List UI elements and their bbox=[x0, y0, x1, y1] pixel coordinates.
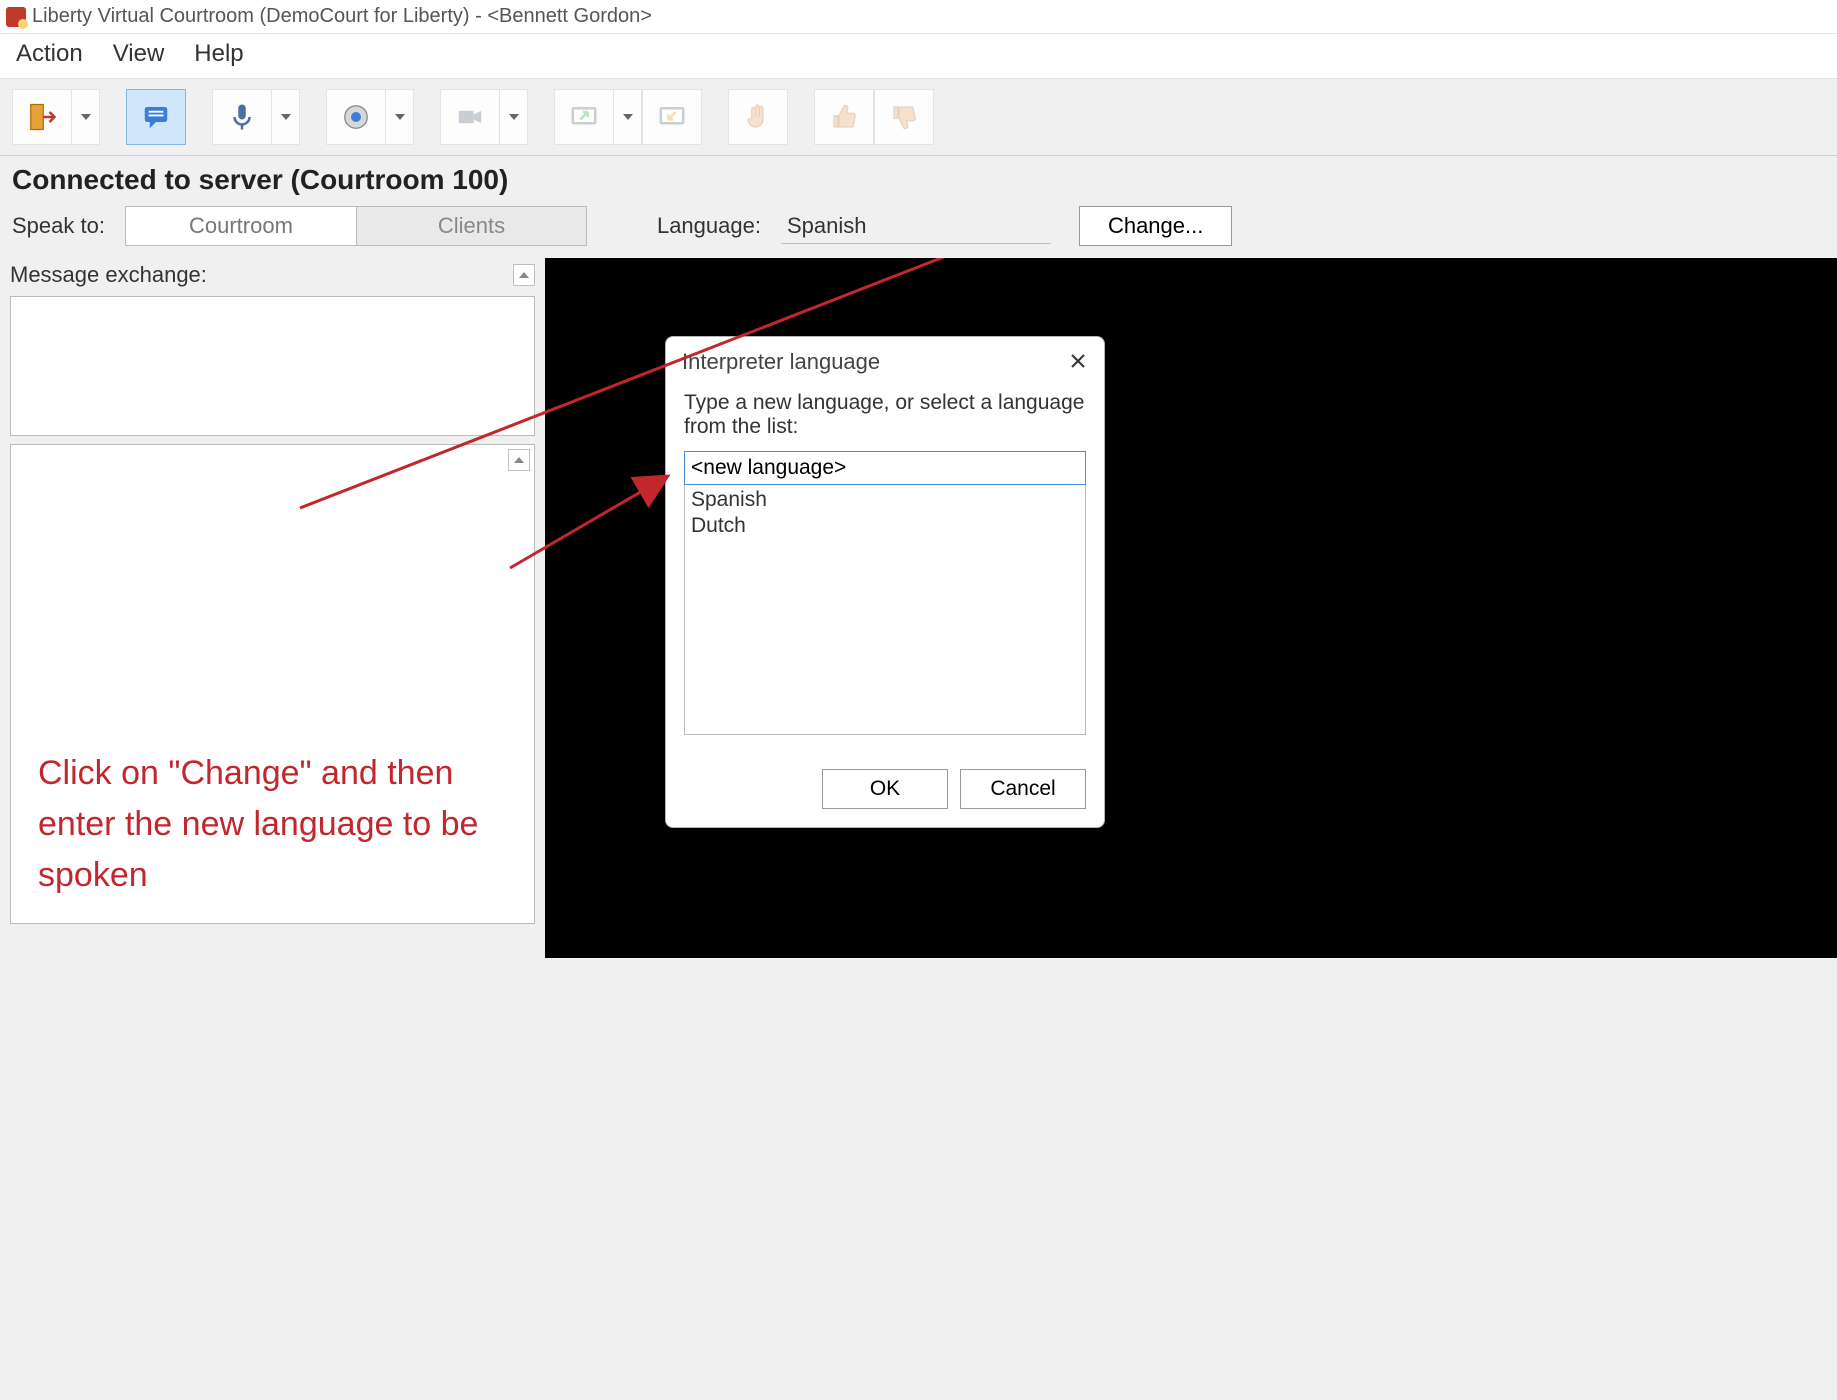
change-language-button[interactable]: Change... bbox=[1079, 206, 1232, 246]
close-icon bbox=[1070, 353, 1086, 369]
camera-dropdown[interactable] bbox=[500, 89, 528, 145]
menu-view[interactable]: View bbox=[113, 40, 165, 68]
thumbs-down-button[interactable] bbox=[874, 89, 934, 145]
chat-button[interactable] bbox=[126, 89, 186, 145]
ok-button[interactable]: OK bbox=[822, 769, 948, 809]
speak-to-label: Speak to: bbox=[12, 213, 105, 239]
language-option[interactable]: Dutch bbox=[689, 513, 1081, 539]
menu-action[interactable]: Action bbox=[16, 40, 83, 68]
screen-share-button[interactable] bbox=[554, 89, 614, 145]
speaker-dropdown[interactable] bbox=[386, 89, 414, 145]
title-bar: Liberty Virtual Courtroom (DemoCourt for… bbox=[0, 0, 1837, 34]
message-compose-area[interactable] bbox=[10, 296, 535, 436]
chevron-down-icon bbox=[623, 114, 633, 120]
microphone-button[interactable] bbox=[212, 89, 272, 145]
toolbar bbox=[0, 79, 1837, 156]
language-option[interactable]: Spanish bbox=[689, 487, 1081, 513]
tab-courtroom[interactable]: Courtroom bbox=[126, 207, 356, 245]
menu-bar: Action View Help bbox=[0, 34, 1837, 79]
app-icon bbox=[6, 7, 26, 27]
interpreter-language-dialog: Interpreter language Type a new language… bbox=[665, 336, 1105, 828]
dialog-prompt: Type a new language, or select a languag… bbox=[684, 391, 1086, 439]
chevron-up-icon bbox=[514, 457, 524, 463]
collapse-up-button[interactable] bbox=[513, 264, 535, 286]
exit-button[interactable] bbox=[12, 89, 72, 145]
screen-share-dropdown[interactable] bbox=[614, 89, 642, 145]
cancel-button[interactable]: Cancel bbox=[960, 769, 1086, 809]
speak-to-tabs: Courtroom Clients bbox=[125, 206, 587, 246]
collapse-up-button-2[interactable] bbox=[508, 449, 530, 471]
chevron-down-icon bbox=[395, 114, 405, 120]
raise-hand-button[interactable] bbox=[728, 89, 788, 145]
connection-status: Connected to server (Courtroom 100) bbox=[0, 156, 1837, 202]
language-option-list[interactable]: Spanish Dutch bbox=[684, 485, 1086, 735]
screen-receive-button[interactable] bbox=[642, 89, 702, 145]
chevron-down-icon bbox=[281, 114, 291, 120]
thumbs-up-button[interactable] bbox=[814, 89, 874, 145]
chevron-up-icon bbox=[519, 272, 529, 278]
camera-button[interactable] bbox=[440, 89, 500, 145]
left-pane: Message exchange: bbox=[0, 258, 545, 958]
video-area: Interpreter language Type a new language… bbox=[545, 258, 1837, 958]
close-button[interactable] bbox=[1064, 347, 1092, 377]
chevron-down-icon bbox=[81, 114, 91, 120]
message-exchange-label: Message exchange: bbox=[10, 262, 207, 288]
speaker-button[interactable] bbox=[326, 89, 386, 145]
language-value: Spanish bbox=[781, 209, 1051, 244]
window-title: Liberty Virtual Courtroom (DemoCourt for… bbox=[32, 5, 652, 28]
message-history-area[interactable] bbox=[10, 444, 535, 924]
dialog-title: Interpreter language bbox=[682, 349, 880, 375]
tab-clients[interactable]: Clients bbox=[356, 207, 586, 245]
menu-help[interactable]: Help bbox=[194, 40, 243, 68]
new-language-input[interactable] bbox=[684, 451, 1086, 485]
language-label: Language: bbox=[657, 213, 761, 239]
chevron-down-icon bbox=[509, 114, 519, 120]
exit-button-dropdown[interactable] bbox=[72, 89, 100, 145]
microphone-dropdown[interactable] bbox=[272, 89, 300, 145]
controls-row: Speak to: Courtroom Clients Language: Sp… bbox=[0, 202, 1837, 258]
